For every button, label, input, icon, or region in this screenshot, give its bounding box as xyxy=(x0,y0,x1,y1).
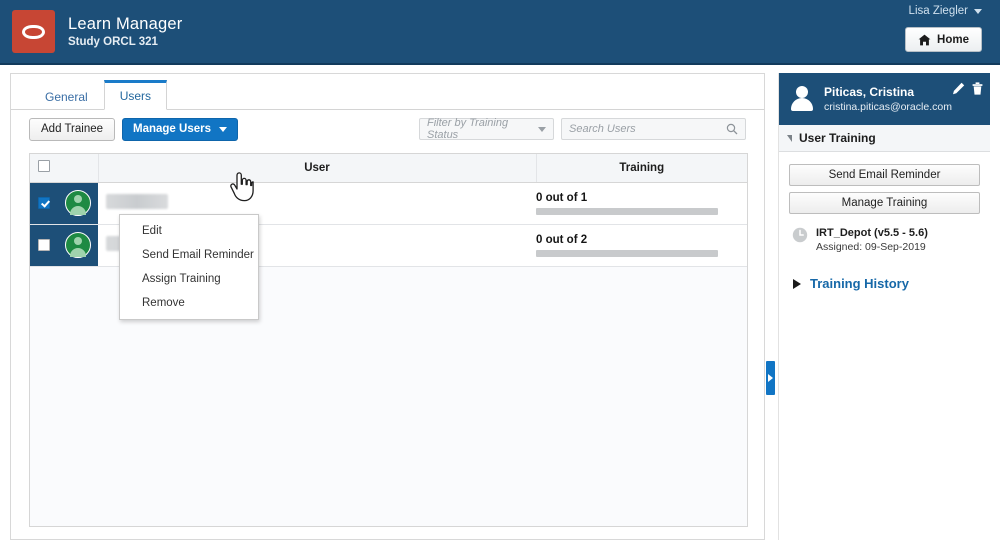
user-training-section-title: User Training xyxy=(799,131,876,145)
menu-item-send-email-reminder[interactable]: Send Email Reminder xyxy=(120,243,258,267)
training-column-header[interactable]: Training xyxy=(536,154,747,183)
training-status-filter-placeholder: Filter by Training Status xyxy=(427,117,509,141)
training-item-assigned-date: Assigned: 09-Sep-2019 xyxy=(816,241,926,253)
row-select-cell[interactable] xyxy=(30,182,58,225)
tab-bar: General Users xyxy=(11,80,764,110)
users-table: User Training 0 out of 1 0 out of 2 xyxy=(29,153,748,527)
user-training-section-header[interactable]: User Training xyxy=(779,125,990,152)
tab-users[interactable]: Users xyxy=(103,80,168,110)
user-training-body: Send Email Reminder Manage Training IRT_… xyxy=(779,152,990,291)
study-subtitle: Study ORCL 321 xyxy=(68,35,158,48)
select-all-checkbox[interactable] xyxy=(38,160,50,173)
user-menu[interactable]: Lisa Ziegler xyxy=(909,5,982,17)
sidebar-collapse-handle[interactable] xyxy=(766,361,775,395)
tab-general[interactable]: General xyxy=(29,82,104,110)
clock-icon xyxy=(792,227,808,243)
chevron-down-icon xyxy=(974,8,982,14)
menu-item-remove[interactable]: Remove xyxy=(120,291,258,315)
filter-group: Filter by Training Status Search Users xyxy=(419,117,746,141)
redacted-user-name xyxy=(106,194,168,209)
training-progress-bar xyxy=(536,249,718,257)
user-detail-header: Piticas, Cristina cristina.piticas@oracl… xyxy=(779,73,990,125)
training-progress-label: 0 out of 1 xyxy=(536,191,588,204)
row-training-cell: 0 out of 2 xyxy=(536,224,747,267)
user-column-header[interactable]: User xyxy=(97,154,537,183)
training-item-name: IRT_Depot (v5.5 - 5.6) xyxy=(816,227,928,239)
app-header: Learn Manager Study ORCL 321 Lisa Ziegle… xyxy=(0,0,1000,65)
avatar-header xyxy=(58,154,98,183)
content-area: General Users Add Trainee Manage Users F… xyxy=(0,65,1000,548)
manage-users-label: Manage Users xyxy=(133,123,211,135)
main-panel: General Users Add Trainee Manage Users F… xyxy=(10,73,765,540)
training-progress-bar xyxy=(536,207,718,215)
manage-training-button[interactable]: Manage Training xyxy=(789,192,980,214)
user-menu-label: Lisa Ziegler xyxy=(908,5,968,17)
oracle-logo-icon xyxy=(12,10,55,53)
manage-users-dropdown[interactable]: Edit Send Email Reminder Assign Training… xyxy=(119,214,259,320)
row-select-cell[interactable] xyxy=(30,224,58,267)
send-email-reminder-button[interactable]: Send Email Reminder xyxy=(789,164,980,186)
triangle-right-icon xyxy=(793,278,801,289)
row-checkbox[interactable] xyxy=(38,196,50,209)
toolbar: Add Trainee Manage Users Filter by Train… xyxy=(11,111,764,147)
home-button[interactable]: Home xyxy=(905,27,982,52)
training-progress-label: 0 out of 2 xyxy=(536,233,588,246)
home-button-label: Home xyxy=(937,33,969,46)
row-avatar-cell xyxy=(58,224,98,267)
manage-users-button[interactable]: Manage Users xyxy=(122,117,238,141)
user-avatar-icon xyxy=(789,84,815,114)
user-detail-name: Piticas, Cristina xyxy=(824,84,915,99)
user-detail-panel: Piticas, Cristina cristina.piticas@oracl… xyxy=(778,73,990,540)
training-item: IRT_Depot (v5.5 - 5.6) Assigned: 09-Sep-… xyxy=(789,226,980,254)
search-icon xyxy=(726,123,738,135)
search-users-placeholder: Search Users xyxy=(569,123,636,135)
pencil-icon[interactable] xyxy=(952,82,965,95)
user-avatar-icon xyxy=(65,232,91,258)
add-trainee-button[interactable]: Add Trainee xyxy=(29,117,116,141)
training-status-filter[interactable]: Filter by Training Status xyxy=(419,117,554,141)
training-history-label: Training History xyxy=(810,276,909,291)
row-checkbox[interactable] xyxy=(38,238,50,251)
chevron-down-icon xyxy=(538,126,546,132)
brand: Learn Manager Study ORCL 321 xyxy=(12,10,183,53)
row-training-cell: 0 out of 1 xyxy=(536,182,747,225)
triangle-down-icon xyxy=(787,134,792,142)
user-detail-email: cristina.piticas@oracle.com xyxy=(824,100,952,113)
app-title: Learn Manager xyxy=(68,14,183,33)
select-all-header xyxy=(30,154,58,183)
user-avatar-icon xyxy=(65,190,91,216)
home-icon xyxy=(918,34,931,45)
chevron-down-icon xyxy=(219,126,227,132)
training-history-toggle[interactable]: Training History xyxy=(789,276,980,291)
trash-icon[interactable] xyxy=(972,82,983,95)
menu-item-edit[interactable]: Edit xyxy=(120,219,258,243)
row-avatar-cell xyxy=(58,182,98,225)
chevron-right-icon xyxy=(768,374,773,382)
search-users-input[interactable]: Search Users xyxy=(561,118,746,140)
table-header-row: User Training xyxy=(30,154,747,183)
menu-item-assign-training[interactable]: Assign Training xyxy=(120,267,258,291)
